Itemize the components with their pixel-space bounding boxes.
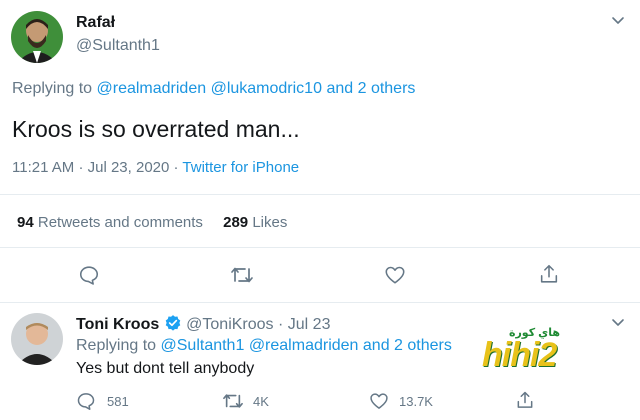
divider [0,302,640,303]
comment-icon[interactable] [78,264,100,286]
reply-author-name[interactable]: Toni Kroos [76,316,159,333]
replying-and: and [326,80,354,97]
mention-link[interactable]: @realmadriden [249,337,359,354]
retweet-count: 4K [253,394,269,409]
chevron-down-icon[interactable] [610,12,626,28]
watermark-logo: هاي كورة hihi2 [482,326,574,378]
replying-to-line: Replying to @realmadriden @lukamodric10 … [12,80,415,98]
tweet-time[interactable]: 11:21 AM [12,159,74,176]
tweet-date[interactable]: Jul 23, 2020 [88,159,170,176]
heart-icon[interactable] [369,391,389,411]
mention-link[interactable]: @lukamodric10 [211,80,322,97]
divider [0,247,640,248]
retweets-stat[interactable]: 94 Retweets and comments [17,214,207,231]
heart-icon[interactable] [384,264,406,286]
watermark-text: hihi2 [482,336,557,374]
author-handle[interactable]: @Sultanth1 [76,37,160,55]
reply-text: Yes but dont tell anybody [76,360,255,377]
reply-author-handle[interactable]: @ToniKroos [186,316,273,333]
share-icon[interactable] [515,390,535,410]
reply-date[interactable]: Jul 23 [288,316,331,333]
meta-separator: · [78,159,84,176]
likes-stat[interactable]: 289 Likes [223,214,287,231]
reply-author-avatar[interactable] [11,313,63,365]
mention-link[interactable]: @Sultanth1 [161,337,245,354]
likes-count: 289 [223,214,249,231]
mention-link[interactable]: @realmadriden [97,80,207,97]
tweet-source[interactable]: Twitter for iPhone [182,159,299,176]
reply-count: 581 [107,394,129,409]
replying-to-label: Replying to [76,337,157,354]
author-avatar[interactable] [11,11,63,63]
chevron-down-icon[interactable] [610,314,626,330]
divider [0,194,640,195]
reply-header: Toni Kroos @ToniKroos · Jul 23 [76,314,330,337]
meta-separator: · [173,159,179,176]
retweets-count: 94 [17,214,34,231]
others-link[interactable]: 2 others [358,80,416,97]
like-count: 13.7K [399,394,433,409]
retweets-label: Retweets and comments [37,214,203,231]
author-name[interactable]: Rafał [76,14,115,32]
likes-label: Likes [252,214,288,231]
replying-and: and [362,337,390,354]
reply-replying-to-line: Replying to @Sultanth1 @realmadriden and… [76,337,452,355]
tweet-stats: 94 Retweets and comments 289 Likes [17,214,287,231]
retweet-icon[interactable] [222,391,244,411]
tweet-text: Kroos is so overrated man... [12,116,300,142]
retweet-icon[interactable] [230,264,254,286]
others-link[interactable]: 2 others [394,337,452,354]
share-icon[interactable] [538,263,560,285]
tweet-meta: 11:21 AM · Jul 23, 2020 · Twitter for iP… [12,159,299,176]
verified-badge-icon [164,314,182,337]
meta-separator: · [278,316,284,333]
replying-to-label: Replying to [12,80,93,97]
comment-icon[interactable] [76,391,96,411]
